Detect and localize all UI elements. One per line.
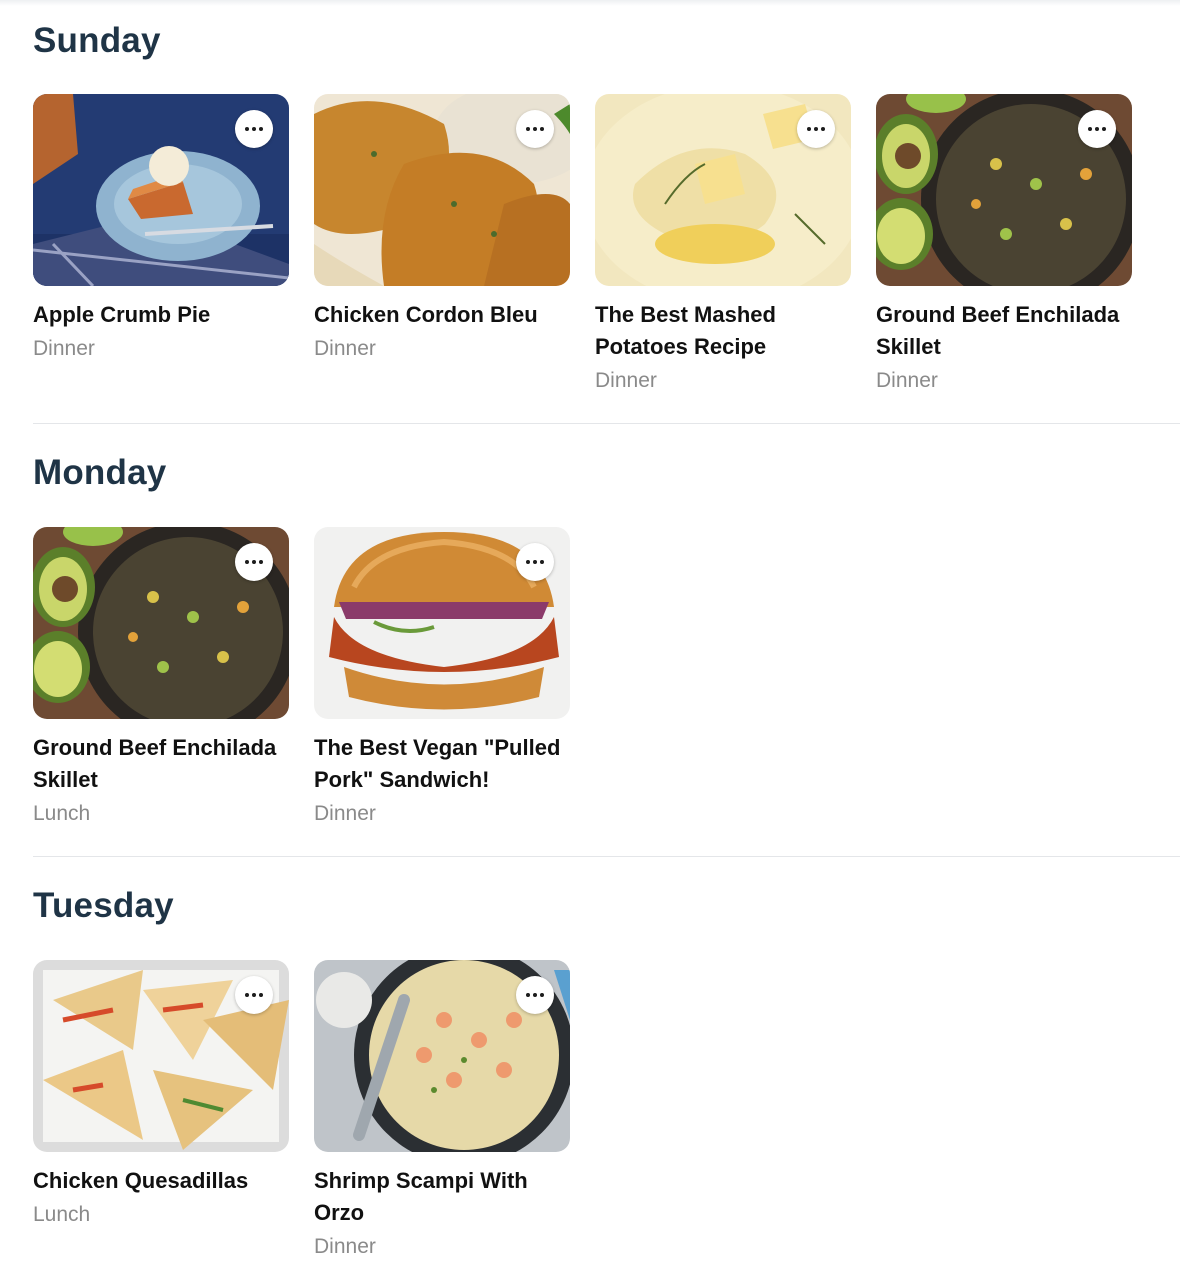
recipe-title[interactable]: Ground Beef Enchilada Skillet: [33, 732, 289, 796]
recipe-meal-type: Dinner: [314, 337, 376, 360]
more-options-button[interactable]: [797, 110, 835, 148]
recipe-meal-type: Lunch: [33, 802, 91, 825]
section-divider: [33, 423, 1180, 424]
recipe-list: Apple Crumb Pie Dinner Chicken Cordon Bl…: [33, 94, 1132, 396]
recipe-meal-type: Dinner: [314, 802, 376, 825]
top-edge-shadow: [0, 0, 1180, 6]
more-dots-icon: [245, 127, 263, 131]
recipe-card[interactable]: Ground Beef Enchilada Skillet Lunch: [33, 527, 289, 829]
recipe-title[interactable]: The Best Vegan "Pulled Pork" Sandwich!: [314, 732, 570, 796]
more-dots-icon: [526, 560, 544, 564]
recipe-meal-type: Dinner: [595, 369, 657, 392]
recipe-image[interactable]: [33, 527, 289, 719]
day-title: Tuesday: [33, 886, 174, 925]
recipe-title[interactable]: Shrimp Scampi With Orzo: [314, 1165, 570, 1229]
recipe-meal-type: Lunch: [33, 1203, 91, 1226]
recipe-title[interactable]: Chicken Quesadillas: [33, 1165, 289, 1197]
recipe-card[interactable]: Ground Beef Enchilada Skillet Dinner: [876, 94, 1132, 396]
more-options-button[interactable]: [235, 543, 273, 581]
recipe-card[interactable]: Shrimp Scampi With Orzo Dinner: [314, 960, 570, 1262]
day-title: Monday: [33, 453, 167, 492]
recipe-image[interactable]: [314, 94, 570, 286]
more-options-button[interactable]: [516, 110, 554, 148]
recipe-title[interactable]: The Best Mashed Potatoes Recipe: [595, 299, 851, 363]
recipe-image[interactable]: [33, 94, 289, 286]
recipe-image[interactable]: [314, 527, 570, 719]
more-dots-icon: [526, 993, 544, 997]
more-options-button[interactable]: [516, 976, 554, 1014]
recipe-card[interactable]: The Best Vegan "Pulled Pork" Sandwich! D…: [314, 527, 570, 829]
more-dots-icon: [245, 560, 263, 564]
more-dots-icon: [1088, 127, 1106, 131]
recipe-meal-type: Dinner: [876, 369, 938, 392]
day-title: Sunday: [33, 21, 161, 60]
recipe-image[interactable]: [876, 94, 1132, 286]
recipe-title[interactable]: Chicken Cordon Bleu: [314, 299, 570, 331]
recipe-list: Ground Beef Enchilada Skillet Lunch The …: [33, 527, 570, 829]
recipe-image[interactable]: [33, 960, 289, 1152]
more-options-button[interactable]: [235, 110, 273, 148]
recipe-card[interactable]: Chicken Cordon Bleu Dinner: [314, 94, 570, 396]
recipe-meal-type: Dinner: [33, 337, 95, 360]
more-dots-icon: [807, 127, 825, 131]
recipe-card[interactable]: The Best Mashed Potatoes Recipe Dinner: [595, 94, 851, 396]
recipe-card[interactable]: Chicken Quesadillas Lunch: [33, 960, 289, 1262]
more-dots-icon: [245, 993, 263, 997]
recipe-title[interactable]: Apple Crumb Pie: [33, 299, 289, 331]
section-divider: [33, 856, 1180, 857]
recipe-card[interactable]: Apple Crumb Pie Dinner: [33, 94, 289, 396]
recipe-list: Chicken Quesadillas Lunch Shrimp Scampi …: [33, 960, 570, 1262]
recipe-title[interactable]: Ground Beef Enchilada Skillet: [876, 299, 1132, 363]
more-options-button[interactable]: [235, 976, 273, 1014]
recipe-image[interactable]: [595, 94, 851, 286]
more-dots-icon: [526, 127, 544, 131]
more-options-button[interactable]: [516, 543, 554, 581]
more-options-button[interactable]: [1078, 110, 1116, 148]
recipe-meal-type: Dinner: [314, 1235, 376, 1258]
recipe-image[interactable]: [314, 960, 570, 1152]
